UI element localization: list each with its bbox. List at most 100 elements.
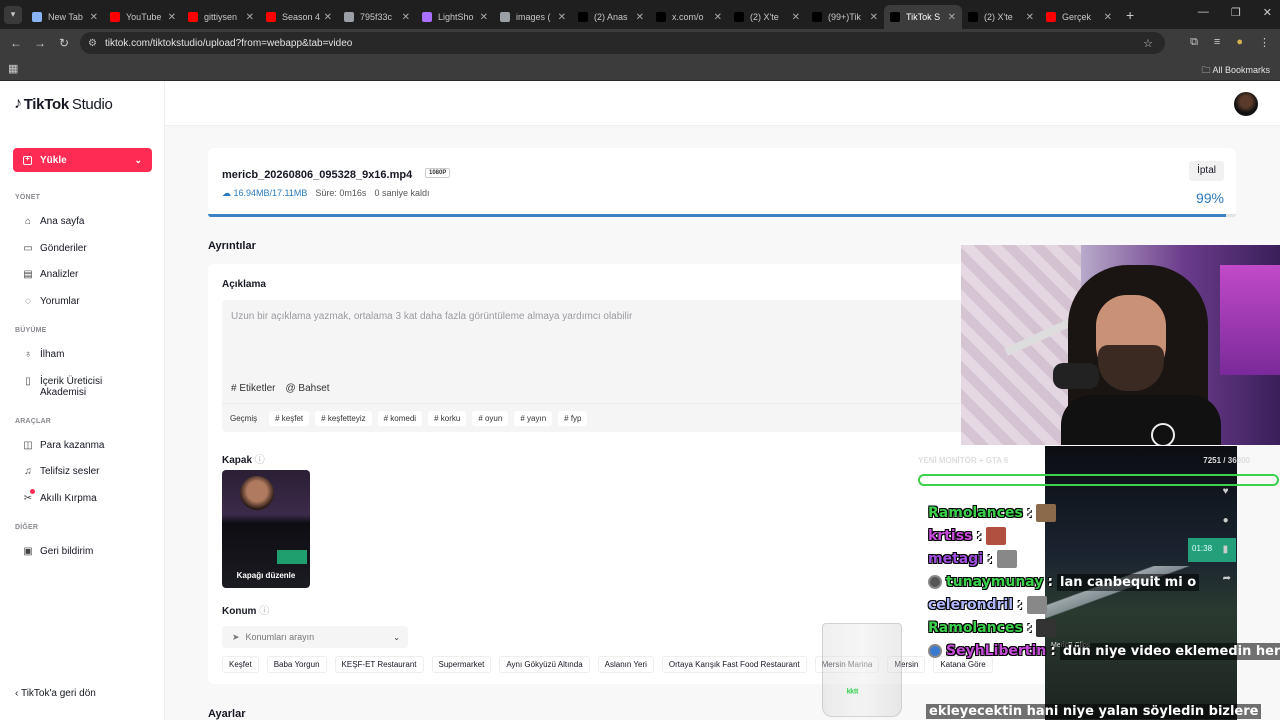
history-label[interactable]: Geçmiş (230, 411, 263, 426)
tiktok-studio-logo[interactable]: ♪ TikTok Studio (14, 95, 113, 113)
sidebar-item-home[interactable]: ⌂ Ana sayfa (22, 216, 85, 227)
location-chip[interactable]: Baba Yorgun (266, 656, 327, 673)
tab-close-icon[interactable]: ✕ (558, 12, 566, 23)
tab-list: New Tab ✕ YouTube ✕ gittiysen ✕ Season 4 ✕ 795f3… (26, 0, 1118, 29)
tags-button[interactable]: # Etiketler (231, 383, 275, 394)
browser-tab[interactable]: 795f33c ✕ (338, 5, 416, 29)
hashtag-chip[interactable]: # keşfet (269, 410, 310, 426)
location-chip[interactable]: Supermarket (431, 656, 492, 673)
upload-button[interactable]: + Yükle ⌄ (13, 148, 152, 172)
hashtag-chip[interactable]: # komedi (377, 410, 423, 426)
sidebar-item-smart-cut[interactable]: ✂ Akıllı Kırpma (22, 489, 97, 504)
minimize-icon[interactable]: — (1198, 6, 1209, 19)
restore-icon[interactable]: ❐ (1231, 6, 1241, 19)
chat-username: SeyhLibertin (946, 643, 1047, 659)
chat-message: tunaymunay: lan canbequit mi o (928, 571, 1200, 593)
browser-tab[interactable]: (2) X'te ✕ (962, 5, 1040, 29)
browser-tab[interactable]: YouTube ✕ (104, 5, 182, 29)
site-info-icon[interactable]: ⚙ (88, 38, 97, 49)
cover-thumbnail[interactable]: Kapağı düzenle (222, 470, 310, 588)
upload-label: Yükle (40, 154, 67, 166)
location-chip[interactable]: KEŞF-ET Restaurant (334, 656, 424, 673)
hashtag-chip[interactable]: # yayın (514, 410, 553, 426)
sidebar-item-academy[interactable]: ▯ İçerik Üreticisi Akademisi (22, 376, 102, 398)
tab-close-icon[interactable]: ✕ (168, 12, 176, 23)
tab-close-icon[interactable]: ✕ (324, 12, 332, 23)
sidebar-item-analytics[interactable]: ▤ Analizler (22, 269, 78, 280)
browser-tab[interactable]: LightSho ✕ (416, 5, 494, 29)
hashtag-chip[interactable]: # fyp (558, 410, 588, 426)
tab-close-icon[interactable]: ✕ (636, 12, 644, 23)
webcam-overlay (961, 245, 1280, 445)
tab-close-icon[interactable]: ✕ (714, 12, 722, 23)
apps-grid-icon[interactable]: ▦ (8, 62, 18, 75)
sidebar-item-feedback[interactable]: ▣ Geri bildirim (22, 546, 93, 557)
browser-tab[interactable]: x.com/o ✕ (650, 5, 728, 29)
tab-close-icon[interactable]: ✕ (90, 12, 98, 23)
new-tab-button[interactable]: + (1126, 7, 1134, 23)
bookmark-star-icon[interactable]: ☆ (1143, 37, 1153, 50)
location-chip[interactable]: Aynı Gökyüzü Altında (499, 656, 590, 673)
sidebar-item-comments[interactable]: ◌ Yorumlar (22, 296, 80, 307)
forward-arrow-icon[interactable]: → (28, 36, 52, 50)
close-window-icon[interactable]: ✕ (1263, 6, 1272, 19)
all-bookmarks-link[interactable]: 🗀 All Bookmarks (1201, 63, 1270, 79)
browser-tab[interactable]: images (✕ (494, 5, 572, 29)
browser-tab[interactable]: (2) X'te ✕ (728, 5, 806, 29)
url-input[interactable]: ⚙ tiktok.com/tiktokstudio/upload?from=we… (80, 32, 1165, 54)
upload-meta: ☁ 16.94MB/17.11MB Süre: 0m16s 0 saniye k… (222, 188, 429, 199)
location-placeholder: Konumları arayın (245, 632, 315, 642)
sidebar-item-label: Analizler (40, 269, 79, 280)
mention-button[interactable]: @ Bahset (285, 383, 329, 394)
sidebar-item-label: Para kazanma (40, 440, 105, 451)
chat-message: celerondril: (928, 594, 1047, 616)
analytics-icon: ▤ (23, 269, 33, 280)
description-tools: # Etiketler @ Bahset (231, 383, 330, 394)
browser-tab[interactable]: gittiysen ✕ (182, 5, 260, 29)
tab-close-icon[interactable]: ✕ (870, 12, 878, 23)
tab-close-icon[interactable]: ✕ (402, 12, 410, 23)
tab-close-icon[interactable]: ✕ (948, 12, 956, 23)
tab-close-icon[interactable]: ✕ (246, 12, 254, 23)
browser-tab[interactable]: TikTok S ✕ (884, 5, 962, 29)
browser-tab[interactable]: (2) Anas ✕ (572, 5, 650, 29)
info-icon[interactable]: ⓘ (259, 606, 269, 617)
extensions-icon[interactable]: ⧉ (1190, 36, 1198, 49)
sidebar-item-inspiration[interactable]: ♁ İlham (22, 349, 64, 360)
tab-search-button[interactable]: ▾ (4, 5, 22, 24)
hashtag-chip[interactable]: # keşfetteyiz (315, 410, 372, 426)
tab-close-icon[interactable]: ✕ (480, 12, 488, 23)
info-icon[interactable]: ⓘ (255, 455, 265, 466)
media-icon[interactable]: ≡ (1214, 36, 1220, 49)
chat-emote-icon (1036, 619, 1057, 637)
hashtag-chip[interactable]: # korku (428, 410, 467, 426)
tab-title: 795f33c (360, 12, 393, 22)
browser-tab[interactable]: (99+)Tik ✕ (806, 5, 884, 29)
hashtag-chip[interactable]: # oyun (472, 410, 509, 426)
cancel-button[interactable]: İptal (1189, 161, 1224, 181)
location-chip[interactable]: Keşfet (222, 656, 259, 673)
location-chip[interactable]: Ortaya Karışık Fast Food Restaurant (661, 656, 807, 673)
sidebar-item-monetization[interactable]: ◫ Para kazanma (22, 440, 104, 451)
browser-tab[interactable]: New Tab ✕ (26, 5, 104, 29)
clip-actions: ♥ ● ▮ ➦ (1223, 486, 1231, 584)
browser-tab[interactable]: Season 4 ✕ (260, 5, 338, 29)
tab-close-icon[interactable]: ✕ (792, 12, 800, 23)
edit-cover-label: Kapağı düzenle (236, 571, 296, 580)
glass-overlay: ᵏᵏᵗᵗ (822, 623, 902, 717)
reload-icon[interactable]: ↻ (52, 36, 76, 50)
tab-close-icon[interactable]: ✕ (1104, 12, 1112, 23)
back-arrow-icon[interactable]: ← (4, 36, 28, 50)
sidebar-item-sounds[interactable]: ♫ Telifsiz sesler (22, 466, 99, 477)
profile-icon[interactable]: ● (1236, 36, 1243, 49)
location-search-select[interactable]: ➤ Konumları arayın ⌄ (222, 626, 408, 648)
tab-close-icon[interactable]: ✕ (1026, 12, 1034, 23)
location-chip[interactable]: Aslanın Yeri (597, 656, 654, 673)
back-to-tiktok-link[interactable]: ‹ TikTok'a geri dön (15, 688, 96, 699)
avatar[interactable] (1234, 92, 1258, 116)
sidebar-item-posts[interactable]: ▭ Gönderiler (22, 243, 86, 254)
browser-tab[interactable]: Gerçek ✕ (1040, 5, 1118, 29)
chat-username: krtiss (928, 528, 973, 544)
more-menu-icon[interactable]: ⋮ (1259, 36, 1270, 49)
chat-colon: : (1050, 643, 1056, 659)
